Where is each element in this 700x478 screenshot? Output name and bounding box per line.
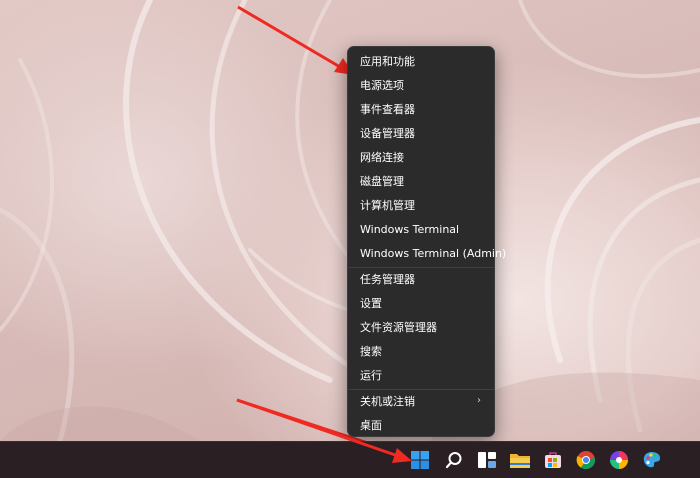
menu-item-label: 桌面 <box>360 419 382 432</box>
color-app-icon[interactable] <box>606 447 632 473</box>
menu-item-label: Windows Terminal (Admin) <box>360 246 507 260</box>
menu-item-apps-and-features[interactable]: 应用和功能 <box>351 50 491 72</box>
menu-item-label: 设置 <box>360 297 382 310</box>
menu-item-label: 电源选项 <box>360 79 404 92</box>
menu-item-network-connections[interactable]: 网络连接 <box>351 146 491 168</box>
menu-item-shutdown-or-sign-out[interactable]: 关机或注销 › <box>351 390 491 412</box>
menu-item-search[interactable]: 搜索 <box>351 340 491 362</box>
menu-item-label: 事件查看器 <box>360 103 415 116</box>
paint-icon[interactable] <box>639 447 665 473</box>
menu-item-label: 应用和功能 <box>360 55 415 68</box>
menu-item-computer-management[interactable]: 计算机管理 <box>351 194 491 216</box>
menu-item-label: 任务管理器 <box>360 273 415 286</box>
menu-item-event-viewer[interactable]: 事件查看器 <box>351 98 491 120</box>
menu-item-disk-management[interactable]: 磁盘管理 <box>351 170 491 192</box>
menu-item-label: 运行 <box>360 369 382 382</box>
menu-item-task-manager[interactable]: 任务管理器 <box>351 268 491 290</box>
menu-item-label: 计算机管理 <box>360 199 415 212</box>
start-icon[interactable] <box>407 447 433 473</box>
menu-item-settings[interactable]: 设置 <box>351 292 491 314</box>
menu-item-label: 关机或注销 <box>360 395 415 408</box>
task-view-icon[interactable] <box>474 447 500 473</box>
menu-item-label: 设备管理器 <box>360 127 415 140</box>
menu-item-label: 搜索 <box>360 345 382 358</box>
menu-item-file-explorer[interactable]: 文件资源管理器 <box>351 316 491 338</box>
menu-item-label: Windows Terminal <box>360 222 460 236</box>
menu-item-run[interactable]: 运行 <box>351 364 491 386</box>
menu-item-desktop[interactable]: 桌面 <box>351 414 491 436</box>
file-explorer-icon[interactable] <box>507 447 533 473</box>
chevron-right-icon: › <box>477 395 481 406</box>
store-icon[interactable] <box>540 447 566 473</box>
menu-item-power-options[interactable]: 电源选项 <box>351 74 491 96</box>
menu-item-windows-terminal[interactable]: Windows Terminal <box>351 218 491 240</box>
menu-item-label: 磁盘管理 <box>360 175 404 188</box>
menu-item-label: 文件资源管理器 <box>360 321 437 334</box>
taskbar <box>0 441 700 478</box>
menu-item-device-manager[interactable]: 设备管理器 <box>351 122 491 144</box>
winx-context-menu: 应用和功能 电源选项 事件查看器 设备管理器 网络连接 磁盘管理 计算机管理 W… <box>347 46 506 437</box>
annotation-arrow-top <box>237 5 354 75</box>
menu-item-label: 网络连接 <box>360 151 404 164</box>
menu-item-windows-terminal-admin[interactable]: Windows Terminal (Admin) <box>351 242 506 264</box>
chrome-icon[interactable] <box>573 447 599 473</box>
search-icon[interactable] <box>441 447 467 473</box>
